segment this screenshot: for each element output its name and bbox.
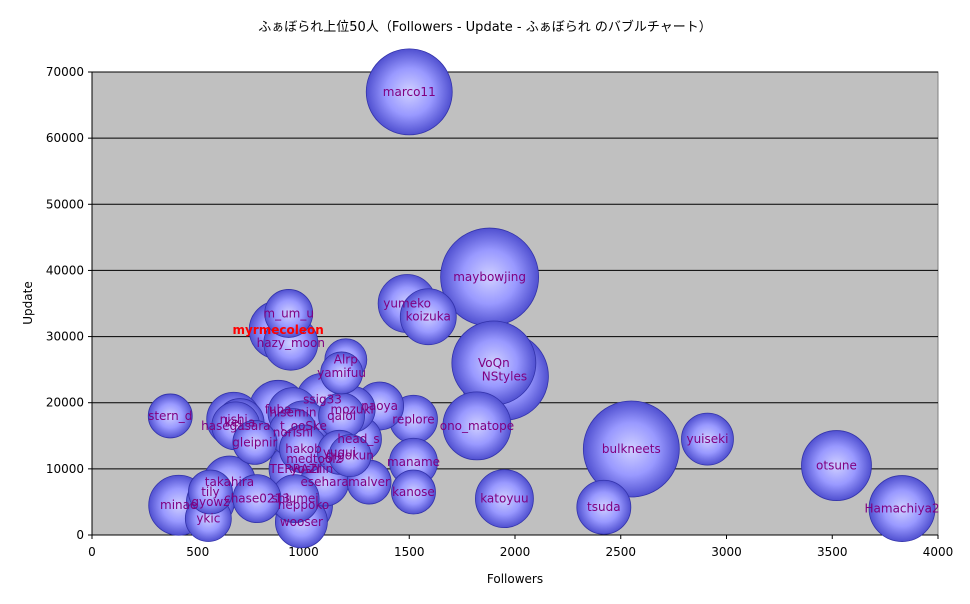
bubble-label: qalol (327, 409, 356, 423)
bubble-label: maybowjing (453, 270, 526, 284)
bubble-label: VoQn (478, 356, 510, 370)
x-tick-label: 2500 (605, 545, 636, 559)
bubble-label: katoyuu (480, 492, 528, 506)
y-tick-label: 60000 (46, 131, 84, 145)
x-tick-label: 4000 (923, 545, 954, 559)
y-tick-label: 0 (76, 528, 84, 542)
bubble-chart: 0 10000 20000 30000 40000 50000 60000 70000 0 500… (21, 48, 954, 586)
y-axis-title: Update (21, 281, 35, 324)
bubble-label: koizuka (406, 310, 451, 324)
y-tick-label: 20000 (46, 396, 84, 410)
bubble-label: kanose (392, 485, 435, 499)
x-tick-label: 0 (88, 545, 96, 559)
x-tick-label: 2000 (500, 545, 531, 559)
bubble-label: wooser (280, 515, 323, 529)
bubble-label: esehara (301, 475, 349, 489)
bubble-label: m_um_u (263, 306, 314, 320)
chart-container: ふぁぼられ上位50人（Followers - Update - ふぁぼられ のバ… (0, 0, 970, 604)
bubble-label: bulkneets (602, 442, 661, 456)
bubble-label: ono_matope (440, 419, 514, 433)
bubble-label: tsuda (587, 500, 621, 514)
bubble-label: Hamachiya2 (865, 502, 940, 516)
bubble-label: replore (392, 412, 434, 426)
bubble-label: yamifuu (317, 366, 366, 380)
bubble-label: hazy_moon (257, 336, 325, 350)
y-tick-label: 10000 (46, 462, 84, 476)
bubble-label: maname (387, 455, 440, 469)
bubble-label: NStyles (482, 369, 527, 383)
bubble-label: gleipnir (232, 435, 277, 449)
x-tick-label: 1500 (394, 545, 425, 559)
bubble-label: head_s (337, 432, 379, 446)
y-tick-label: 50000 (46, 197, 84, 211)
bubble-label: marco11 (383, 85, 436, 99)
bubble-label: yuiseki (686, 432, 728, 446)
bubble-label: yumeko (383, 297, 431, 311)
bubble-label: chase0213 (224, 492, 290, 506)
bubble-label: hisemin (269, 406, 316, 420)
x-tick-label: 500 (186, 545, 209, 559)
y-tick-label: 70000 (46, 65, 84, 79)
x-axis-title: Followers (487, 572, 543, 586)
x-tick-label: 3000 (711, 545, 742, 559)
bubble-label: Alrp (334, 353, 358, 367)
x-tick-label: 3500 (817, 545, 848, 559)
bubble-label: malver (348, 475, 390, 489)
bubble-label: stern_d (148, 409, 192, 423)
bubble-label: norishi (273, 425, 313, 439)
bubble-label: otsune (816, 459, 857, 473)
bubble-label: ykic (196, 511, 220, 525)
bubble-label: minae (160, 498, 197, 512)
bubble-label: hasegasara (201, 419, 270, 433)
bubble-label: yoshiin (291, 462, 334, 476)
bubble-label: myrmecoleon (232, 323, 323, 337)
y-tick-label: 30000 (46, 330, 84, 344)
y-tick-label: 40000 (46, 263, 84, 277)
